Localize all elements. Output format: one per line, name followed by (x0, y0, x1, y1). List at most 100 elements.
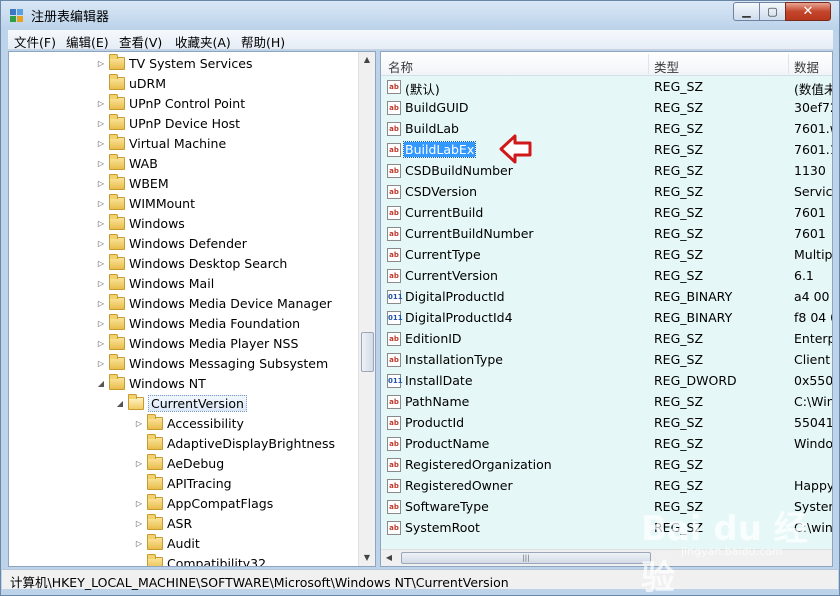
tree-item[interactable]: ▷ ASR (134, 513, 192, 533)
value-row[interactable]: ab CSDBuildNumber REG_SZ 1130 (381, 161, 832, 182)
tree-item[interactable]: ▷ WIMMount (96, 193, 195, 213)
tree-item[interactable]: ◢ Windows NT (96, 373, 206, 393)
close-button[interactable]: ✕ (785, 2, 831, 21)
menu-edit[interactable]: 编辑(E) (66, 32, 109, 51)
expand-arrow-icon[interactable]: ▷ (96, 279, 106, 288)
tree-item[interactable]: ▷ Virtual Machine (96, 133, 226, 153)
expand-arrow-icon[interactable]: ◢ (96, 379, 106, 388)
tree-item[interactable]: ▷ Windows Media Foundation (96, 313, 300, 333)
expand-arrow-icon[interactable]: ▷ (134, 419, 144, 428)
value-row[interactable]: ab CurrentType REG_SZ Multip (381, 245, 833, 266)
value-row[interactable]: 011DigitalProductId4 REG_BINARY f8 04 0 (381, 308, 832, 329)
expand-arrow-icon[interactable]: ▷ (134, 519, 144, 528)
value-list[interactable]: 名称 类型 数据 ab (默认) REG_SZ (数值未 ab BuildGUID REG_… (380, 51, 833, 567)
tree-item[interactable]: ▷ Windows Media Player NSS (96, 333, 298, 353)
value-row[interactable]: ab CurrentBuild REG_SZ 7601 (381, 203, 832, 224)
expand-arrow-icon[interactable]: ▷ (134, 539, 144, 548)
tree-item[interactable]: ◢ CurrentVersion (115, 393, 247, 413)
expand-arrow-icon[interactable]: ▷ (96, 339, 106, 348)
menu-favorites[interactable]: 收藏夹(A) (175, 32, 231, 51)
key-tree[interactable]: ▷ TV System Services uDRM ▷ UPnP Control Poi… (8, 51, 376, 567)
expand-arrow-icon[interactable]: ▷ (96, 139, 106, 148)
tree-item[interactable]: ▷ Windows Desktop Search (96, 253, 287, 273)
value-row[interactable]: ab PathName REG_SZ C:\Win (381, 392, 832, 413)
value-row[interactable]: ab BuildLab REG_SZ 7601.w (381, 119, 832, 140)
scrollbar-thumb[interactable] (361, 332, 374, 372)
expand-arrow-icon[interactable]: ▷ (96, 59, 106, 68)
tree-item[interactable]: ▷ AeDebug (134, 453, 224, 473)
value-row[interactable]: ab CSDVersion REG_SZ Service (381, 182, 832, 203)
expand-arrow-icon[interactable]: ▷ (96, 219, 106, 228)
tree-item[interactable]: ▷ Windows Mail (96, 273, 214, 293)
value-row[interactable]: ab CurrentBuildNumber REG_SZ 7601 (381, 224, 832, 245)
tree-item[interactable]: ▷ UPnP Device Host (96, 113, 240, 133)
tree-item[interactable]: ▷ Windows Messaging Subsystem (96, 353, 328, 373)
scroll-up-icon[interactable]: ▲ (359, 52, 375, 68)
value-row[interactable]: ab RegisteredOwner REG_SZ Happy (381, 476, 832, 497)
tree-item[interactable]: Compatibility32 (134, 553, 266, 566)
annotation-arrow-icon (499, 134, 532, 164)
expand-arrow-icon[interactable]: ▷ (96, 359, 106, 368)
tree-item[interactable]: ▷ Windows Defender (96, 233, 247, 253)
expand-arrow-icon[interactable]: ▷ (134, 499, 144, 508)
value-data: Windo (794, 436, 833, 451)
value-row[interactable]: ab InstallationType REG_SZ Client (381, 350, 832, 371)
folder-icon (109, 133, 125, 150)
folder-icon (147, 493, 163, 510)
value-data: Multip (794, 247, 833, 262)
scrollbar-thumb[interactable]: ||| (401, 552, 651, 564)
binary-value-icon: 011 (387, 374, 403, 388)
tree-item[interactable]: ▷ TV System Services (96, 53, 252, 73)
string-value-icon: ab (387, 101, 401, 115)
tree-vertical-scrollbar[interactable]: ▲ ▼ (358, 52, 375, 566)
title-bar[interactable]: 注册表编辑器 ▁ ▢ ✕ (1, 1, 839, 29)
value-row[interactable]: 011DigitalProductId REG_BINARY a4 00 ( (381, 287, 832, 308)
tree-item[interactable]: ▷ Audit (134, 533, 200, 553)
tree-item[interactable]: ▷ WBEM (96, 173, 169, 193)
tree-item[interactable]: uDRM (96, 73, 166, 93)
tree-item[interactable]: ▷ Windows (96, 213, 185, 233)
value-row[interactable]: ab ProductId REG_SZ 55041- (381, 413, 833, 434)
expand-arrow-icon[interactable]: ▷ (96, 239, 106, 248)
maximize-button[interactable]: ▢ (759, 2, 786, 21)
expand-arrow-icon[interactable]: ▷ (134, 459, 144, 468)
expand-arrow-icon[interactable]: ▷ (96, 119, 106, 128)
string-value-icon: ab (387, 416, 401, 430)
value-row[interactable]: ab ProductName REG_SZ Windo (381, 434, 833, 455)
tree-item[interactable]: ▷ Windows Media Device Manager (96, 293, 332, 313)
value-row[interactable]: ab CurrentVersion REG_SZ 6.1 (381, 266, 832, 287)
scroll-down-icon[interactable]: ▼ (359, 550, 375, 566)
value-row[interactable]: ab BuildGUID REG_SZ 30ef72 (381, 98, 832, 119)
tree-item[interactable]: ▷ UPnP Control Point (96, 93, 245, 113)
menu-view[interactable]: 查看(V) (119, 32, 162, 51)
tree-item[interactable]: APITracing (134, 473, 232, 493)
expand-arrow-icon[interactable]: ▷ (96, 299, 106, 308)
expand-arrow-icon[interactable]: ▷ (96, 99, 106, 108)
value-row[interactable]: ab RegisteredOrganization REG_SZ (381, 455, 832, 476)
minimize-button[interactable]: ▁ (733, 2, 760, 21)
binary-value-icon: 011 (387, 311, 403, 325)
value-row[interactable]: ab EditionID REG_SZ Enterp (381, 329, 832, 350)
expand-arrow-icon[interactable]: ◢ (115, 399, 125, 408)
tree-item[interactable]: ▷ AppCompatFlags (134, 493, 273, 513)
value-data: 55041- (794, 415, 833, 430)
expand-arrow-icon[interactable]: ▷ (96, 159, 106, 168)
expand-arrow-icon[interactable]: ▷ (96, 319, 106, 328)
scroll-left-icon[interactable]: ◀ (381, 550, 397, 566)
tree-item[interactable]: ▷ Accessibility (134, 413, 244, 433)
value-row[interactable]: ab (默认) REG_SZ (数值未 (381, 77, 832, 98)
column-data[interactable]: 数据 (794, 57, 819, 76)
expand-arrow-icon[interactable]: ▷ (96, 199, 106, 208)
tree-item[interactable]: AdaptiveDisplayBrightness (134, 433, 335, 453)
value-type: REG_SZ (654, 205, 704, 220)
value-row[interactable]: 011InstallDate REG_DWORD 0x550c (381, 371, 832, 392)
column-name[interactable]: 名称 (388, 57, 413, 76)
expand-arrow-icon[interactable]: ▷ (96, 179, 106, 188)
expand-arrow-icon[interactable]: ▷ (96, 259, 106, 268)
tree-item[interactable]: ▷ WAB (96, 153, 158, 173)
tree-item-label: Accessibility (167, 415, 244, 431)
menu-file[interactable]: 文件(F) (14, 32, 56, 51)
menu-help[interactable]: 帮助(H) (241, 32, 285, 51)
value-row[interactable]: abBuildLabEx REG_SZ 7601.1 (381, 140, 832, 161)
column-type[interactable]: 类型 (654, 57, 679, 76)
